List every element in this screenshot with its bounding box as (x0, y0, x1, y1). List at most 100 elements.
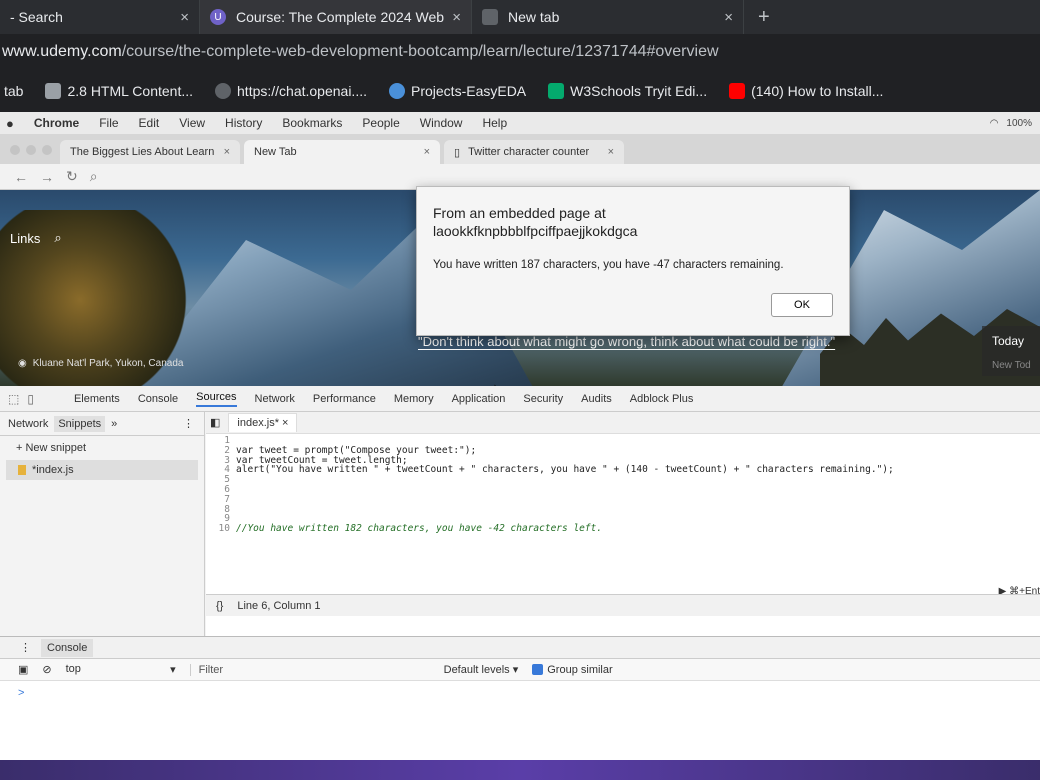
menu-edit[interactable]: Edit (139, 116, 160, 130)
today-panel[interactable]: Today New Tod (982, 326, 1040, 376)
toggle-navigator-icon[interactable]: ◧ (210, 416, 220, 429)
menu-window[interactable]: Window (420, 116, 463, 130)
links-menu[interactable]: Links ⌕ (10, 230, 62, 246)
code-lines: 1 2 var tweet = prompt("Compose your twee… (206, 436, 1040, 534)
inspect-icon[interactable]: ⬚ (8, 392, 19, 406)
close-icon[interactable]: × (180, 9, 189, 26)
menu-view[interactable]: View (179, 116, 205, 130)
alert-message: You have written 187 characters, you hav… (433, 259, 784, 271)
tab-network[interactable]: Network (255, 393, 295, 405)
bookmark-item[interactable]: 2.8 HTML Content... (45, 83, 193, 99)
nav-tab-network[interactable]: Network (8, 418, 48, 430)
devtools-panel: ⬚ ▯ Elements Console Sources Network Per… (0, 386, 1040, 780)
close-icon[interactable]: × (608, 146, 614, 158)
tab-memory[interactable]: Memory (394, 393, 434, 405)
tab-label: - Search (10, 9, 63, 25)
tab-console[interactable]: Console (138, 393, 178, 405)
bookmark-label: (140) How to Install... (751, 83, 884, 99)
filter-input[interactable]: Filter (189, 663, 420, 676)
snippet-file-item[interactable]: *index.js (6, 460, 198, 480)
bookmark-item[interactable]: W3Schools Tryit Edi... (548, 83, 707, 99)
line-text (234, 505, 236, 515)
clear-console-icon[interactable]: ⊘ (42, 663, 51, 676)
inner-tab-newtab[interactable]: New Tab × (244, 140, 440, 164)
quote-text: "Don't think about what might go wrong, … (418, 334, 836, 349)
code-line: 10 //You have written 182 characters, you… (206, 524, 1040, 534)
bookmark-item[interactable]: (140) How to Install... (729, 83, 883, 99)
close-icon[interactable]: × (724, 9, 733, 26)
apple-icon[interactable]: ● (6, 116, 14, 131)
chevron-down-icon: ▾ (170, 664, 176, 676)
youtube-icon (729, 83, 746, 99)
today-sub: New Tod (992, 360, 1031, 371)
drawer-tab-console[interactable]: Console (41, 638, 94, 657)
new-tab-button[interactable]: + (744, 6, 784, 29)
snippet-file-label: *index.js (32, 464, 74, 476)
devtools-tabs: ⬚ ▯ Elements Console Sources Network Per… (0, 386, 1040, 412)
alert-dialog: From an embedded page at laookkfknpbbblf… (416, 186, 850, 336)
inner-tab-twitter[interactable]: ▯ Twitter character counter × (444, 140, 624, 164)
console-toolbar: ▣ ⊘ top ▾ Filter Default levels ▾ Group s… (0, 659, 1040, 681)
close-icon[interactable]: × (224, 146, 230, 158)
group-similar-toggle[interactable]: Group similar (532, 663, 613, 676)
log-levels-dropdown[interactable]: Default levels ▾ (444, 663, 519, 676)
bookmark-label: W3Schools Tryit Edi... (570, 83, 708, 99)
bookmark-item[interactable]: tab (4, 83, 23, 99)
editor-tab-index[interactable]: index.js* × (228, 413, 298, 432)
console-drawer: ⋮ Console ▣ ⊘ top ▾ Filter Default levels… (0, 636, 1040, 780)
today-label: Today (992, 334, 1025, 348)
menu-history[interactable]: History (225, 116, 262, 130)
group-similar-label: Group similar (547, 663, 613, 676)
kebab-menu-icon[interactable]: ⋮ (183, 417, 204, 430)
menu-file[interactable]: File (99, 116, 118, 130)
tab-application[interactable]: Application (452, 393, 506, 405)
kebab-menu-icon[interactable]: ⋮ (20, 641, 31, 654)
screen: - Search × U Course: The Complete 2024 W… (0, 0, 1040, 780)
reload-icon[interactable]: ↻ (66, 168, 78, 185)
console-prompt[interactable]: > (0, 681, 1040, 705)
outer-tab-search[interactable]: - Search × (0, 0, 200, 34)
more-tabs-icon[interactable]: » (111, 418, 117, 430)
context-selector[interactable]: top ▾ (66, 663, 176, 676)
bookmark-item[interactable]: https://chat.openai.... (215, 83, 367, 99)
menu-people[interactable]: People (362, 116, 399, 130)
bookmark-item[interactable]: Projects-EasyEDA (389, 83, 526, 99)
tab-performance[interactable]: Performance (313, 393, 376, 405)
new-snippet-button[interactable]: + New snippet (0, 436, 204, 460)
menu-bookmarks[interactable]: Bookmarks (282, 116, 342, 130)
menu-chrome[interactable]: Chrome (34, 116, 79, 130)
tab-security[interactable]: Security (523, 393, 563, 405)
address-bar[interactable]: www.udemy.com/course/the-complete-web-de… (0, 34, 1040, 70)
tab-sources[interactable]: Sources (196, 391, 237, 407)
menu-help[interactable]: Help (482, 116, 507, 130)
close-icon[interactable]: × (452, 9, 461, 26)
wifi-icon: ◠ (989, 117, 999, 129)
outer-tab-course[interactable]: U Course: The Complete 2024 Web × (200, 0, 472, 34)
close-icon[interactable]: × (424, 146, 430, 158)
editor-statusbar: {} Line 6, Column 1 (206, 594, 1040, 616)
tab-adblock[interactable]: Adblock Plus (630, 393, 694, 405)
context-label: top (65, 663, 81, 675)
outer-tab-new[interactable]: New tab × (472, 0, 744, 34)
forward-icon[interactable]: → (40, 169, 54, 185)
search-icon[interactable]: ⌕ (90, 168, 98, 185)
nav-tab-snippets[interactable]: Snippets (54, 415, 106, 432)
sidebar-toggle-icon[interactable]: ▣ (18, 663, 28, 676)
ok-button[interactable]: OK (771, 293, 833, 317)
tab-audits[interactable]: Audits (581, 393, 612, 405)
location-icon: ◉ (18, 358, 27, 369)
file-icon (18, 465, 26, 475)
device-icon[interactable]: ▯ (27, 392, 34, 406)
back-icon[interactable]: ← (14, 169, 28, 185)
file-icon: ▯ (454, 146, 461, 159)
w3schools-icon (548, 83, 565, 99)
alert-title: From an embedded page at (433, 205, 606, 221)
tab-label: New tab (508, 9, 560, 25)
tab-elements[interactable]: Elements (74, 393, 120, 405)
pretty-print-icon[interactable]: {} (216, 600, 223, 612)
search-icon[interactable]: ⌕ (54, 230, 61, 246)
mac-screen: ● Chrome File Edit View History Bookmark… (0, 112, 1040, 780)
page-icon (45, 83, 62, 99)
close-icon[interactable]: × (282, 417, 288, 429)
inner-tab-lies[interactable]: The Biggest Lies About Learn × (60, 140, 240, 164)
